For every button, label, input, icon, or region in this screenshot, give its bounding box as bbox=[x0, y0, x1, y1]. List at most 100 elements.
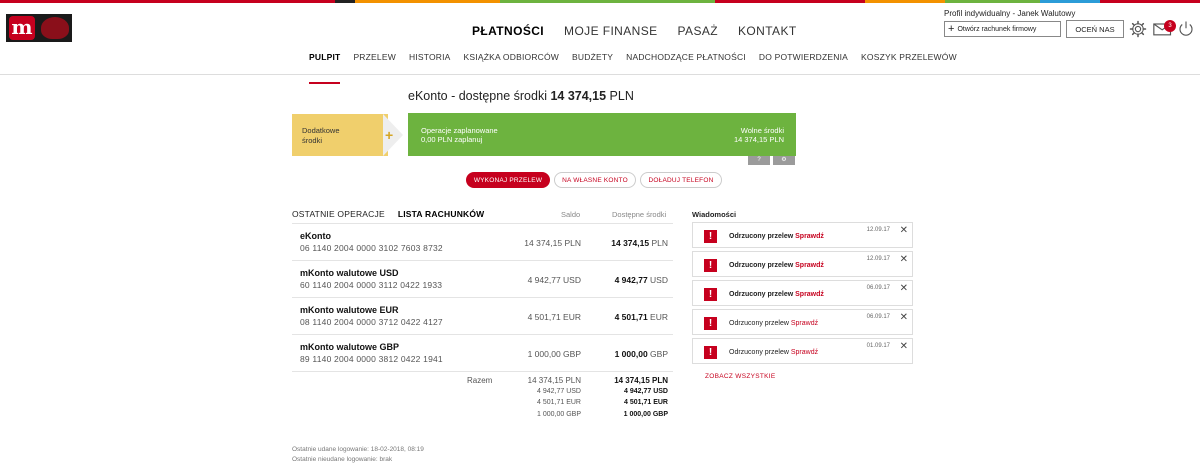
alert-icon: ! bbox=[704, 346, 717, 359]
tab-recent-operations[interactable]: OSTATNIE OPERACJE bbox=[292, 209, 385, 219]
tab-account-list[interactable]: LISTA RACHUNKÓW bbox=[398, 209, 485, 219]
summary-available-amount: 14 374,15 PLN bbox=[614, 376, 668, 385]
logo-seal-icon bbox=[41, 17, 69, 39]
messages-title: Wiadomości bbox=[692, 210, 737, 219]
message-date: 12.09.17 bbox=[866, 256, 890, 262]
summary-available-usd: 4 942,77 USD bbox=[624, 388, 668, 395]
message-item[interactable]: ! Odrzucony przelew Sprawdź 12.09.17 ✕ bbox=[692, 251, 913, 277]
free-funds-value: 14 374,15 PLN bbox=[733, 135, 784, 144]
message-text: Odrzucony przelew Sprawdź bbox=[729, 320, 818, 327]
summary-available-pln: 14 374,15 PLN bbox=[614, 376, 668, 385]
account-currency: PLN bbox=[651, 238, 668, 248]
table-row[interactable]: mKonto walutowe GBP 89 1140 2004 0000 38… bbox=[292, 334, 673, 371]
login-info: Ostatnie udane logowanie: 18-02-2018, 08… bbox=[292, 445, 424, 464]
settings-button[interactable]: ⚙ bbox=[773, 156, 795, 165]
account-balance: 4 501,71 EUR bbox=[527, 312, 581, 322]
summary-balance-gbp: 1 000,00 GBP bbox=[537, 411, 581, 418]
gear-icon[interactable] bbox=[1127, 19, 1149, 39]
plus-icon: + bbox=[948, 23, 955, 35]
subnav-przelew[interactable]: PRZELEW bbox=[353, 52, 396, 62]
rate-us-button[interactable]: OCEŃ NAS bbox=[1066, 20, 1124, 38]
account-header-currency: PLN bbox=[606, 89, 634, 103]
close-icon[interactable]: ✕ bbox=[900, 225, 908, 236]
account-name[interactable]: eKonto bbox=[300, 231, 331, 241]
close-icon[interactable]: ✕ bbox=[900, 254, 908, 265]
account-number: 60 1140 2004 0000 3112 0422 1933 bbox=[300, 280, 443, 290]
account-currency: GBP bbox=[650, 349, 668, 359]
message-item[interactable]: ! Odrzucony przelew Sprawdź 06.09.17 ✕ bbox=[692, 309, 913, 335]
see-all-messages-link[interactable]: ZOBACZ WSZYSTKIE bbox=[705, 373, 776, 380]
message-item[interactable]: ! Odrzucony przelew Sprawdź 01.09.17 ✕ bbox=[692, 338, 913, 364]
subnav-ksiazka-odbiorcow[interactable]: KSIĄŻKA ODBIORCÓW bbox=[464, 52, 560, 62]
account-available-amount: 14 374,15 bbox=[611, 238, 650, 248]
message-date: 06.09.17 bbox=[866, 314, 890, 320]
main-nav-pasaz[interactable]: PASAŻ bbox=[678, 24, 718, 38]
close-icon[interactable]: ✕ bbox=[900, 312, 908, 323]
account-available: 1 000,00 GBP bbox=[615, 349, 668, 359]
account-balance: 14 374,15 PLN bbox=[524, 238, 581, 248]
phone-topup-button[interactable]: DOŁADUJ TELEFON bbox=[640, 172, 722, 188]
account-header-prefix: eKonto - dostępne środki bbox=[408, 89, 551, 103]
account-available: 4 501,71 EUR bbox=[615, 312, 668, 322]
account-name[interactable]: mKonto walutowe EUR bbox=[300, 305, 399, 315]
extra-funds-panel[interactable]: Dodatkowe środki bbox=[292, 114, 388, 156]
subnav-pulpit[interactable]: PULPIT bbox=[309, 52, 341, 84]
message-text-body: Odrzucony przelew bbox=[729, 262, 796, 269]
mbank-logo-icon[interactable]: m bbox=[6, 14, 72, 42]
column-saldo: Saldo bbox=[561, 210, 581, 219]
account-name[interactable]: mKonto walutowe USD bbox=[300, 268, 399, 278]
account-balance: 4 942,77 USD bbox=[527, 275, 581, 285]
message-item[interactable]: ! Odrzucony przelew Sprawdź 06.09.17 ✕ bbox=[692, 280, 913, 306]
summary-available-amount: 4 501,71 EUR bbox=[624, 399, 668, 406]
subnav-koszyk-przelewow[interactable]: KOSZYK PRZELEWÓW bbox=[861, 52, 957, 62]
sub-nav: PULPIT PRZELEW HISTORIA KSIĄŻKA ODBIORCÓ… bbox=[309, 52, 957, 84]
own-account-transfer-button[interactable]: NA WŁASNE KONTO bbox=[554, 172, 636, 188]
message-check-link[interactable]: Sprawdź bbox=[795, 233, 824, 240]
message-item[interactable]: ! Odrzucony przelew Sprawdź 12.09.17 ✕ bbox=[692, 222, 913, 248]
account-available-amount: 4 942,77 bbox=[614, 275, 648, 285]
main-nav-kontakt[interactable]: KONTAKT bbox=[738, 24, 797, 38]
table-row[interactable]: mKonto walutowe EUR 08 1140 2004 0000 37… bbox=[292, 297, 673, 334]
message-text-body: Odrzucony przelew bbox=[729, 349, 791, 356]
account-header-amount: 14 374,15 bbox=[550, 89, 607, 103]
last-successful-login: Ostatnie udane logowanie: 18-02-2018, 08… bbox=[292, 446, 424, 453]
message-text: Odrzucony przelew Sprawdź bbox=[729, 291, 824, 298]
planned-value[interactable]: 0,00 PLN zaplanuj bbox=[421, 135, 498, 144]
extra-funds-line2: środki bbox=[302, 136, 323, 145]
close-icon[interactable]: ✕ bbox=[900, 283, 908, 294]
summary-label: Razem bbox=[467, 376, 493, 385]
column-available: Dostępne środki bbox=[612, 210, 667, 219]
message-check-link[interactable]: Sprawdź bbox=[795, 262, 824, 269]
profile-label[interactable]: Profil indywidualny - Janek Walutowy bbox=[944, 9, 1075, 18]
power-icon[interactable] bbox=[1175, 19, 1197, 39]
message-date: 06.09.17 bbox=[866, 285, 890, 291]
extra-funds-line1: Dodatkowe bbox=[302, 126, 340, 135]
main-nav-platnosci[interactable]: PŁATNOŚCI bbox=[472, 24, 544, 38]
accounts-tabs: OSTATNIE OPERACJE LISTA RACHUNKÓW bbox=[292, 209, 484, 219]
open-business-account-button[interactable]: + Otwórz rachunek firmowy bbox=[944, 21, 1061, 37]
summary-available-eur: 4 501,71 EUR bbox=[624, 399, 668, 406]
subnav-nadchodzace-platnosci[interactable]: NADCHODZĄCE PŁATNOŚCI bbox=[626, 52, 746, 62]
main-nav-moje-finanse[interactable]: MOJE FINANSE bbox=[564, 24, 657, 38]
message-check-link[interactable]: Sprawdź bbox=[795, 291, 824, 298]
table-row[interactable]: eKonto 06 1140 2004 0000 3102 7603 8732 … bbox=[292, 223, 673, 260]
message-check-link[interactable]: Sprawdź bbox=[791, 349, 818, 356]
account-currency: USD bbox=[650, 275, 668, 285]
make-transfer-button[interactable]: WYKONAJ PRZELEW bbox=[466, 172, 550, 188]
summary-divider bbox=[292, 371, 673, 372]
table-row[interactable]: mKonto walutowe USD 60 1140 2004 0000 31… bbox=[292, 260, 673, 297]
account-available: 14 374,15 PLN bbox=[611, 238, 668, 248]
account-name[interactable]: mKonto walutowe GBP bbox=[300, 342, 399, 352]
subnav-budzety[interactable]: BUDŻETY bbox=[572, 52, 613, 62]
plus-icon[interactable]: + bbox=[385, 127, 393, 143]
subnav-do-potwierdzenia[interactable]: DO POTWIERDZENIA bbox=[759, 52, 848, 62]
message-check-link[interactable]: Sprawdź bbox=[791, 320, 818, 327]
close-icon[interactable]: ✕ bbox=[900, 341, 908, 352]
subnav-historia[interactable]: HISTORIA bbox=[409, 52, 451, 62]
account-available-amount: 4 501,71 bbox=[614, 312, 648, 322]
alert-icon: ! bbox=[704, 259, 717, 272]
summary-available-gbp: 1 000,00 GBP bbox=[624, 411, 668, 418]
account-available: 4 942,77 USD bbox=[615, 275, 668, 285]
help-button[interactable]: ? bbox=[748, 156, 770, 165]
summary-balance-usd: 4 942,77 USD bbox=[537, 388, 581, 395]
